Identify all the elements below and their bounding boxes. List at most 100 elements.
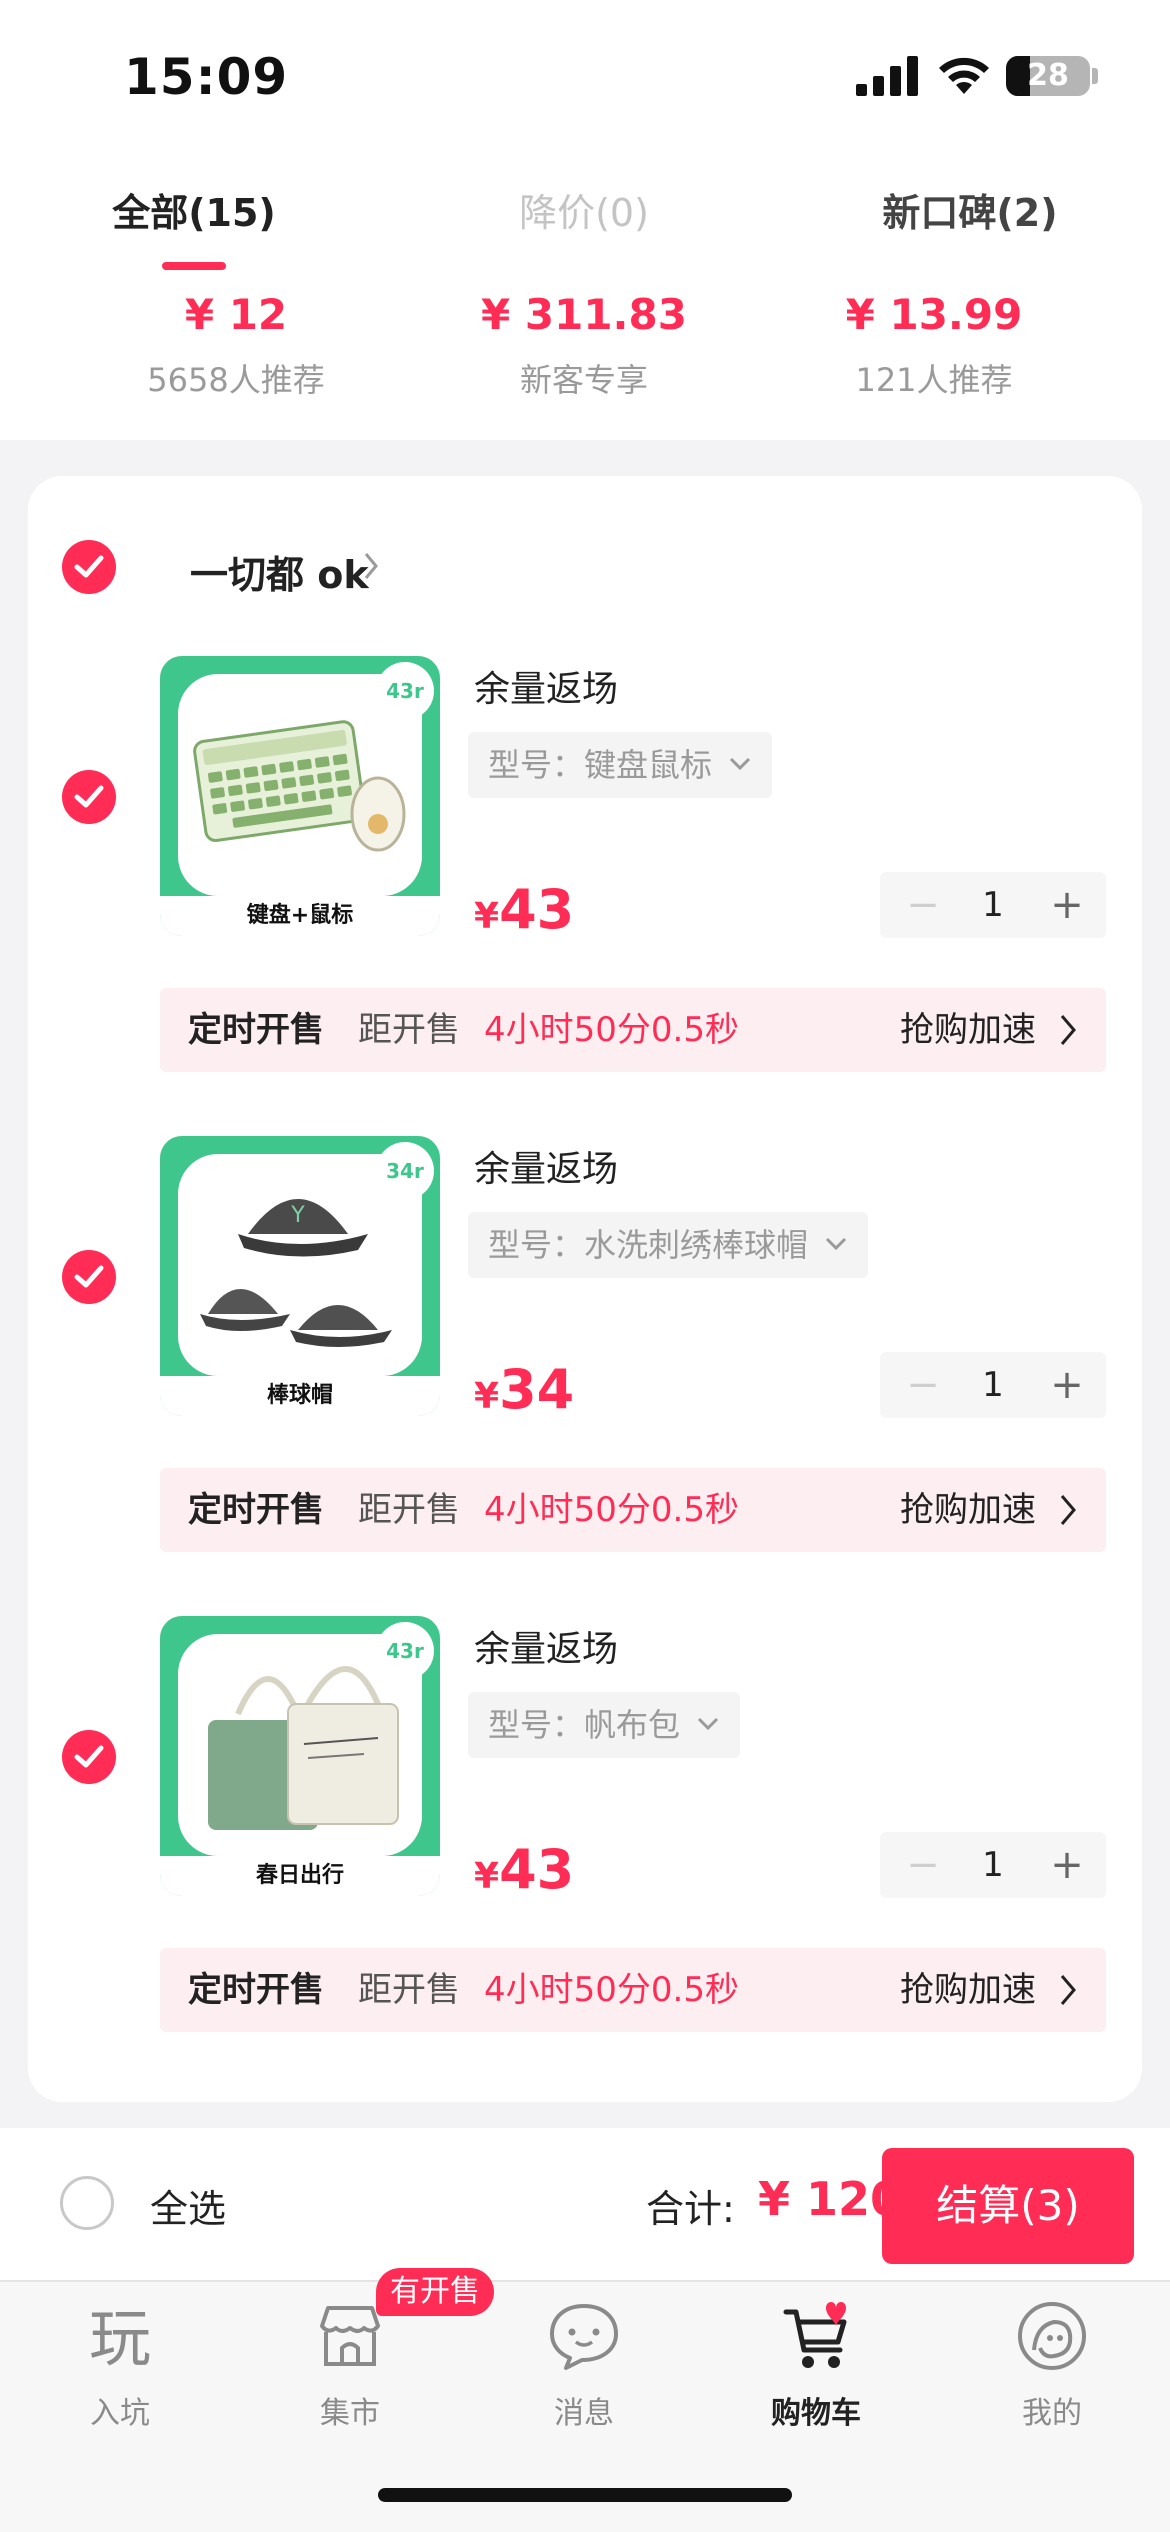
battery-tip bbox=[1092, 68, 1098, 84]
shop-cart-card: 一切都 ok 43r 键盘+鼠标 余量返场 型号：键盘鼠标 ¥43 − 1 + … bbox=[28, 476, 1142, 2102]
increase-button[interactable]: + bbox=[1042, 1832, 1092, 1898]
item-select-checkbox[interactable] bbox=[62, 1730, 116, 1784]
item-select-checkbox[interactable] bbox=[62, 1250, 116, 1304]
price-currency: ¥ bbox=[474, 1376, 500, 1417]
product-thumbnail[interactable]: Y 34r 棒球帽 bbox=[160, 1136, 440, 1416]
quantity-value[interactable]: 1 bbox=[958, 1352, 1028, 1418]
tab-messages[interactable]: 消息 bbox=[494, 2298, 674, 2432]
select-all-label[interactable]: 全选 bbox=[150, 2178, 226, 2233]
speed-up-link[interactable]: 抢购加速 bbox=[900, 1468, 1036, 1552]
tab-profile[interactable]: 我的 bbox=[962, 2298, 1142, 2432]
quantity-value[interactable]: 1 bbox=[958, 1832, 1028, 1898]
item-select-checkbox[interactable] bbox=[62, 770, 116, 824]
shop-name[interactable]: 一切都 ok bbox=[190, 544, 369, 599]
decrease-button[interactable]: − bbox=[898, 1352, 948, 1418]
cart-item: 43r 键盘+鼠标 余量返场 型号：键盘鼠标 ¥43 − 1 + 定时开售 距开… bbox=[28, 656, 1142, 1136]
increase-button[interactable]: + bbox=[1042, 872, 1092, 938]
decrease-button[interactable]: − bbox=[898, 1832, 948, 1898]
item-price: ¥43 bbox=[474, 1838, 574, 1901]
battery-percent: 28 bbox=[1027, 58, 1069, 93]
recommend-item[interactable]: ¥ 13.99 121人推荐 bbox=[784, 290, 1084, 401]
cellular-signal-icon bbox=[856, 56, 918, 96]
product-thumbnail[interactable]: 43r 键盘+鼠标 bbox=[160, 656, 440, 936]
cart-filter-header: 全部(15) 降价(0) 新口碑(2) ¥ 12 5658人推荐 ¥ 311.8… bbox=[0, 150, 1170, 440]
price-value: 43 bbox=[499, 878, 575, 941]
play-icon: 玩 bbox=[89, 2302, 151, 2375]
item-title[interactable]: 余量返场 bbox=[474, 1620, 618, 1672]
spec-selector[interactable]: 型号：键盘鼠标 bbox=[468, 732, 773, 798]
tab-cart[interactable]: 购物车 bbox=[726, 2298, 906, 2432]
wifi-icon bbox=[939, 57, 989, 94]
spec-label: 型号：水洗刺绣棒球帽 bbox=[488, 1226, 809, 1264]
tab-price-drop[interactable]: 降价(0) bbox=[434, 182, 734, 237]
spec-selector[interactable]: 型号：水洗刺绣棒球帽 bbox=[468, 1212, 869, 1278]
item-title[interactable]: 余量返场 bbox=[474, 1140, 618, 1192]
item-price: ¥34 bbox=[474, 1358, 574, 1421]
price-currency: ¥ bbox=[474, 896, 500, 937]
speed-up-link[interactable]: 抢购加速 bbox=[900, 988, 1036, 1072]
recommend-price: ¥ 13.99 bbox=[845, 290, 1023, 339]
checkout-bar: 全选 合计: ¥ 120 结算(3) bbox=[0, 2128, 1170, 2280]
timed-sale-banner[interactable]: 定时开售 距开售 4小时50分0.5秒 抢购加速 bbox=[160, 1948, 1106, 2032]
chevron-down-icon bbox=[729, 757, 751, 771]
timed-sale-banner[interactable]: 定时开售 距开售 4小时50分0.5秒 抢购加速 bbox=[160, 988, 1106, 1072]
active-tab-indicator bbox=[162, 262, 226, 270]
chevron-down-icon bbox=[825, 1237, 847, 1251]
status-bar: 15:09 28 bbox=[0, 0, 1170, 150]
speed-up-link[interactable]: 抢购加速 bbox=[900, 1948, 1036, 2032]
recommend-item[interactable]: ¥ 311.83 新客专享 bbox=[434, 290, 734, 401]
recommend-price: ¥ 12 bbox=[184, 290, 288, 339]
price-currency: ¥ bbox=[474, 1856, 500, 1897]
checkout-button[interactable]: 结算(3) bbox=[882, 2148, 1134, 2264]
tab-label: 我的 bbox=[1022, 2396, 1082, 2431]
cart-icon bbox=[783, 2302, 847, 2368]
checkmark-icon bbox=[74, 1265, 104, 1288]
market-on-sale-badge: 有开售 bbox=[376, 2268, 494, 2316]
quantity-stepper: − 1 + bbox=[880, 872, 1106, 938]
item-title[interactable]: 余量返场 bbox=[474, 660, 618, 712]
timed-sale-label: 定时开售 bbox=[188, 1010, 324, 1050]
timed-sale-prefix: 距开售 bbox=[358, 1490, 460, 1530]
chevron-right-icon bbox=[1060, 1975, 1076, 2005]
increase-button[interactable]: + bbox=[1042, 1352, 1092, 1418]
product-thumbnail[interactable]: 43r 春日出行 bbox=[160, 1616, 440, 1896]
timed-sale-prefix: 距开售 bbox=[358, 1970, 460, 2010]
price-value: 43 bbox=[499, 1838, 575, 1901]
countdown-text: 4小时50分0.5秒 bbox=[484, 1010, 739, 1050]
timed-sale-label: 定时开售 bbox=[188, 1970, 324, 2010]
shop-select-checkbox[interactable] bbox=[62, 540, 116, 594]
countdown-text: 4小时50分0.5秒 bbox=[484, 1490, 739, 1530]
svg-text:玩: 玩 bbox=[89, 2302, 151, 2374]
recommend-desc: 新客专享 bbox=[519, 361, 648, 399]
spec-selector[interactable]: 型号：帆布包 bbox=[468, 1692, 741, 1758]
quantity-value[interactable]: 1 bbox=[958, 872, 1028, 938]
timed-sale-prefix: 距开售 bbox=[358, 1010, 460, 1050]
quantity-stepper: − 1 + bbox=[880, 1352, 1106, 1418]
tab-all[interactable]: 全部(15) bbox=[44, 182, 344, 237]
tab-market[interactable]: 集市 bbox=[260, 2298, 440, 2432]
recommend-desc: 5658人推荐 bbox=[147, 361, 325, 399]
chevron-right-icon bbox=[1060, 1015, 1076, 1045]
spec-label: 型号：帆布包 bbox=[488, 1706, 681, 1744]
thumbnail-badge: 43r bbox=[376, 662, 434, 720]
recommend-price: ¥ 311.83 bbox=[481, 290, 687, 339]
spec-label: 型号：键盘鼠标 bbox=[488, 746, 713, 784]
chevron-down-icon bbox=[697, 1717, 719, 1731]
decrease-button[interactable]: − bbox=[898, 872, 948, 938]
tab-play[interactable]: 玩 入坑 bbox=[30, 2298, 210, 2432]
select-all-checkbox[interactable] bbox=[60, 2176, 114, 2230]
recommend-desc: 121人推荐 bbox=[855, 361, 1013, 399]
recommend-item[interactable]: ¥ 12 5658人推荐 bbox=[86, 290, 386, 401]
tab-new-reviews[interactable]: 新口碑(2) bbox=[820, 182, 1120, 237]
tab-label: 购物车 bbox=[771, 2396, 861, 2431]
thumbnail-caption: 棒球帽 bbox=[160, 1376, 440, 1416]
home-indicator bbox=[378, 2488, 792, 2502]
timed-sale-banner[interactable]: 定时开售 距开售 4小时50分0.5秒 抢购加速 bbox=[160, 1468, 1106, 1552]
chevron-right-icon bbox=[1060, 1495, 1076, 1525]
status-time: 15:09 bbox=[124, 48, 289, 106]
tab-label: 入坑 bbox=[90, 2396, 150, 2431]
total-value: ¥ 120 bbox=[758, 2172, 903, 2226]
chevron-right-icon[interactable] bbox=[356, 546, 386, 586]
battery-icon: 28 bbox=[1006, 56, 1090, 96]
tab-label: 集市 bbox=[320, 2396, 380, 2431]
